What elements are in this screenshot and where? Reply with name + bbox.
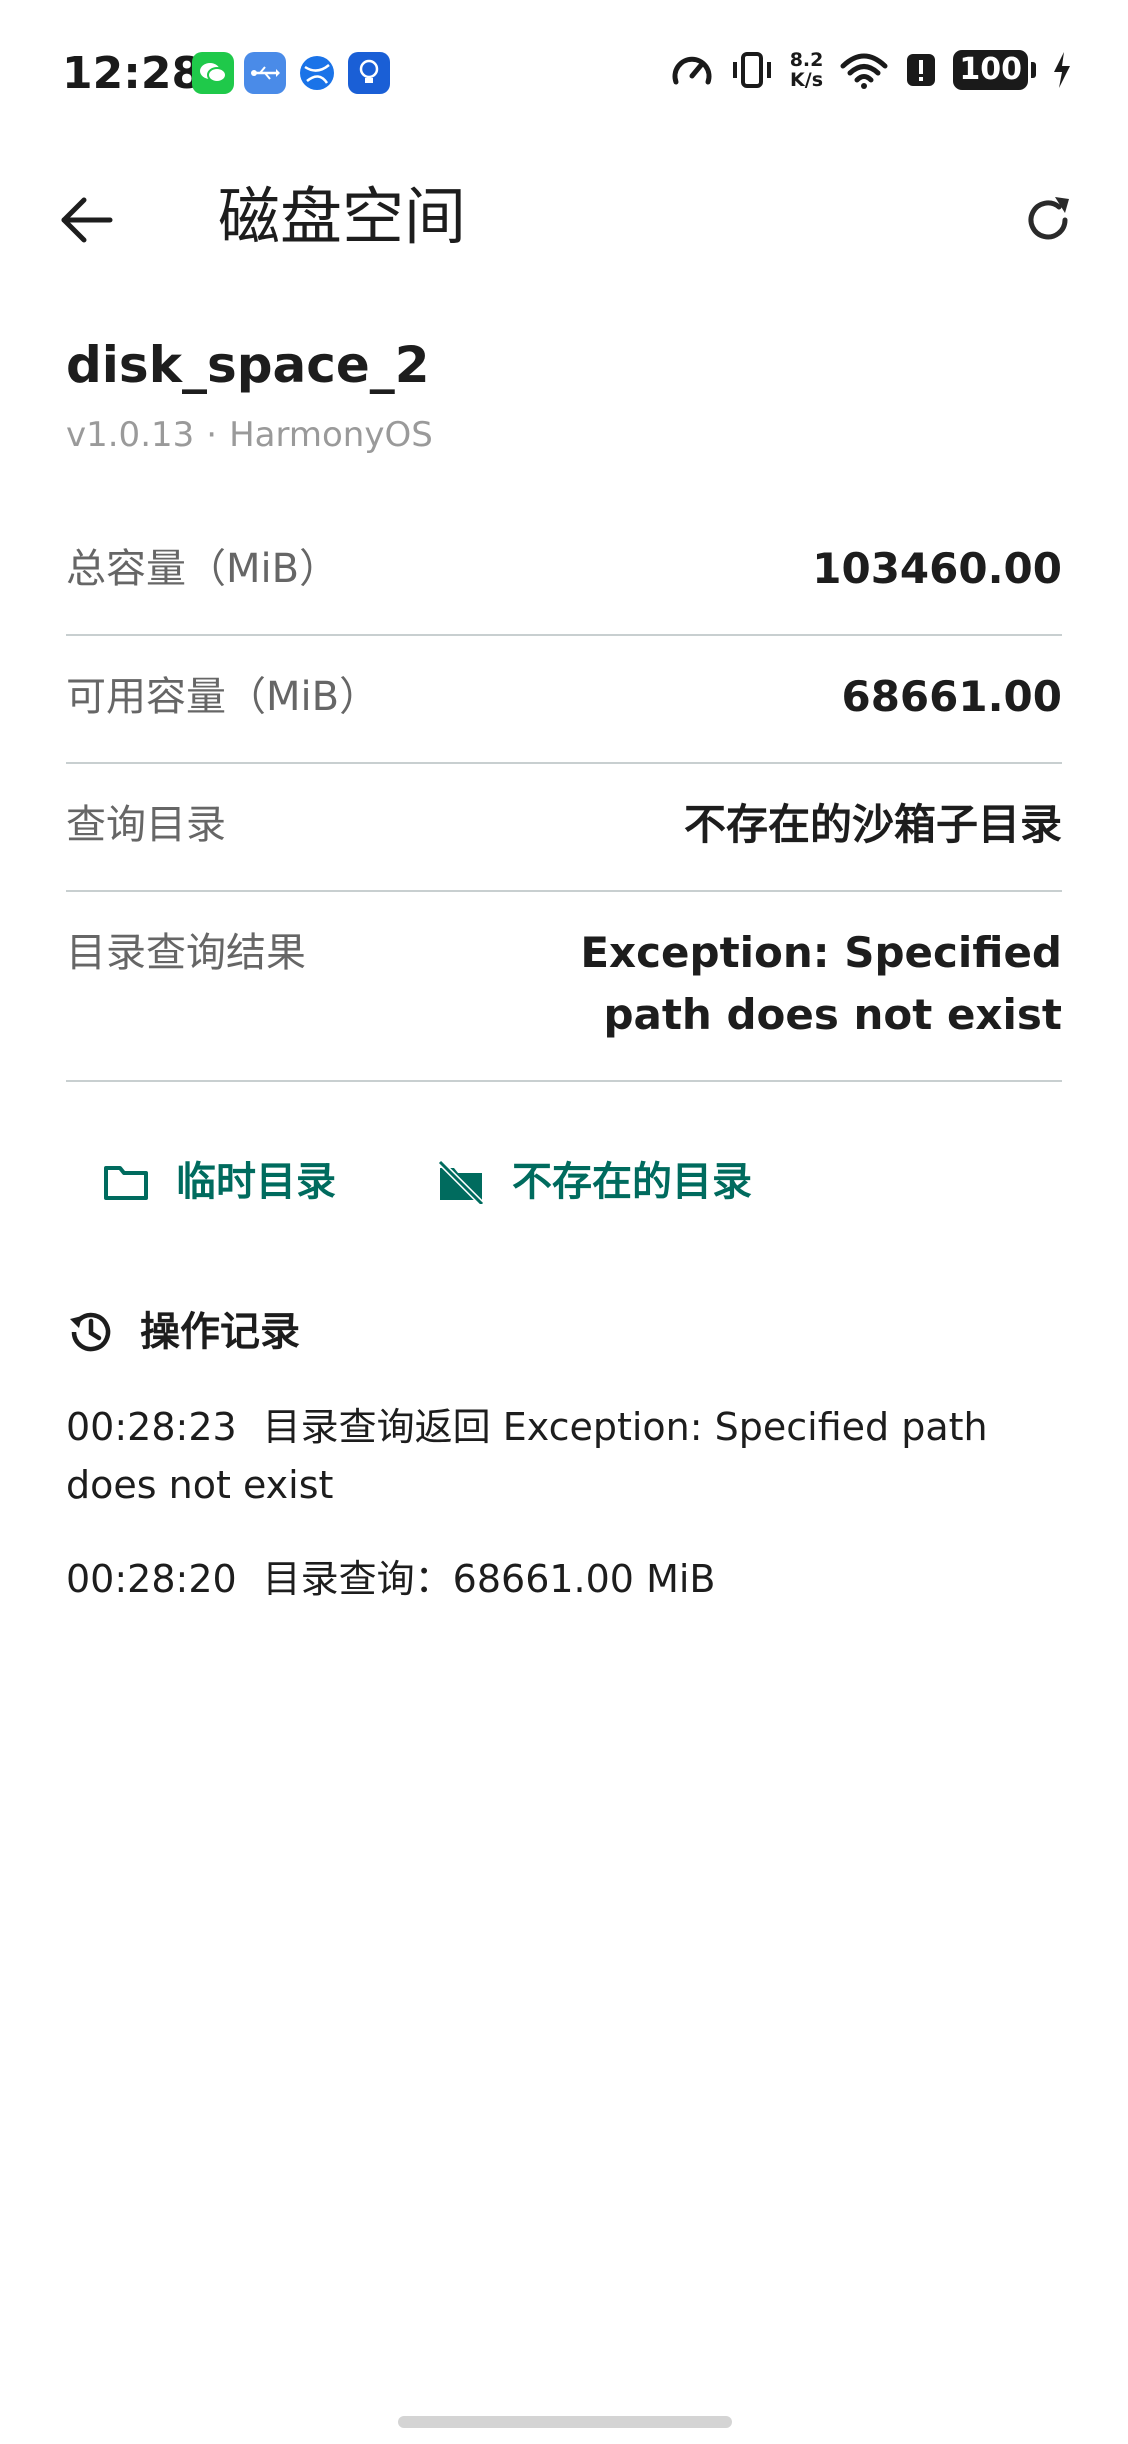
package-version: v1.0.13 [66, 415, 195, 455]
nonexistent-directory-button[interactable]: 不存在的目录 [436, 1152, 752, 1212]
info-label: 总容量（MiB） [66, 546, 340, 592]
network-speed: 8.2 K/s [789, 49, 824, 91]
home-indicator[interactable] [398, 2416, 732, 2428]
back-button[interactable] [46, 180, 126, 260]
battery-indicator: 100 [953, 50, 1036, 90]
speedometer-icon [672, 56, 712, 85]
info-row-query-directory: 查询目录 不存在的沙箱子目录 [66, 764, 1062, 892]
status-bar: 12:28 8.2 K/s 100 [0, 0, 1128, 150]
charging-bolt-icon [1054, 52, 1070, 88]
usb-icon [244, 52, 286, 94]
history-icon [70, 1312, 111, 1352]
log-text: 目录查询：68661.00 MiB [262, 1557, 716, 1601]
folder-off-icon [437, 1160, 485, 1204]
nonexistent-directory-label: 不存在的目录 [512, 1159, 752, 1205]
main-content: disk_space_2 v1.0.13 · HarmonyOS 总容量（MiB） … [66, 330, 1062, 1644]
info-label: 可用容量（MiB） [66, 674, 380, 720]
info-value: 68661.00 [841, 672, 1062, 721]
log-entry: 00:28:23 目录查询返回 Exception: Specified path… [66, 1398, 1062, 1514]
temp-directory-label: 临时目录 [176, 1159, 336, 1205]
vibrate-icon [732, 52, 771, 88]
log-entry: 00:28:20 目录查询：68661.00 MiB [66, 1550, 1062, 1608]
log-time: 00:28:23 [66, 1405, 237, 1449]
info-row-available-capacity: 可用容量（MiB） 68661.00 [66, 636, 1062, 764]
package-name: disk_space_2 [66, 336, 430, 394]
log-time: 00:28:20 [66, 1557, 237, 1601]
status-time: 12:28 [62, 48, 203, 99]
notification-icons [192, 52, 390, 94]
refresh-icon [1028, 197, 1069, 240]
package-meta: v1.0.13 · HarmonyOS [66, 412, 1062, 458]
info-label: 目录查询结果 [66, 930, 306, 976]
temp-directory-button[interactable]: 临时目录 [102, 1152, 336, 1212]
info-row-query-result: 目录查询结果 Exception: Specified path does no… [66, 892, 1062, 1082]
status-right-icons: 8.2 K/s 100 [670, 50, 1072, 90]
arrow-left-icon [61, 197, 113, 243]
info-value: 103460.00 [812, 544, 1062, 593]
info-list: 总容量（MiB） 103460.00 可用容量（MiB） 68661.00 查询… [66, 508, 1062, 1082]
log-title: 操作记录 [140, 1309, 300, 1355]
folder-icon [104, 1166, 148, 1200]
info-value: Exception: Specified path does not exist [580, 928, 1062, 1039]
action-row: 临时目录 不存在的目录 [66, 1152, 1062, 1212]
app-bar: 磁盘空间 [0, 150, 1128, 280]
log-list: 00:28:23 目录查询返回 Exception: Specified path… [66, 1398, 1062, 1608]
page-title: 磁盘空间 [218, 180, 467, 253]
info-value: 不存在的沙箱子目录 [683, 800, 1062, 849]
log-header: 操作记录 [66, 1302, 1062, 1362]
package-platform: HarmonyOS [229, 415, 433, 455]
meta-separator: · [206, 415, 218, 455]
wifi-icon [840, 53, 888, 89]
wechat-icon [192, 52, 234, 94]
info-row-total-capacity: 总容量（MiB） 103460.00 [66, 508, 1062, 636]
refresh-button[interactable] [1008, 180, 1088, 260]
alert-icon [907, 54, 936, 86]
info-label: 查询目录 [66, 802, 226, 848]
browser-icon [296, 52, 338, 94]
lightbulb-icon [348, 52, 390, 94]
